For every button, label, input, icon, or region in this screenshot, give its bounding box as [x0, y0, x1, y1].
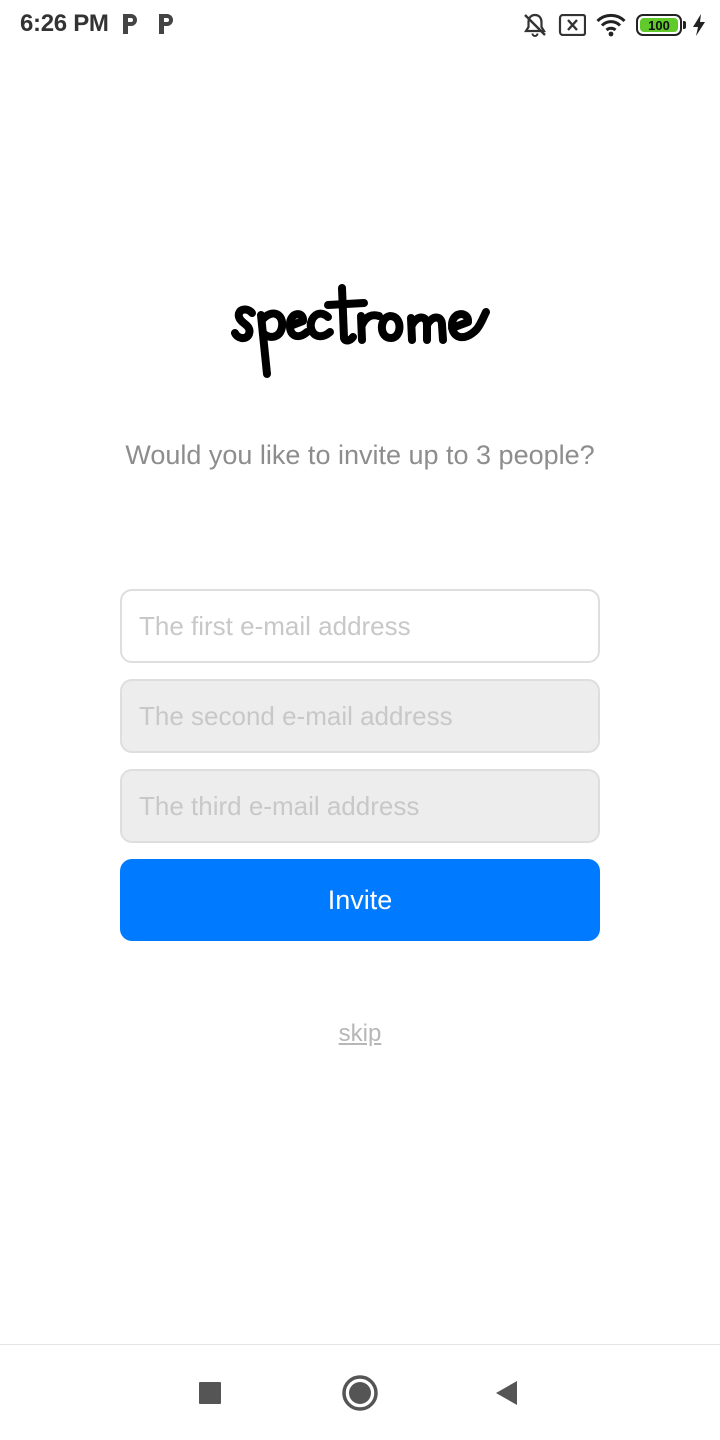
back-icon	[496, 1381, 517, 1405]
navigation-bar	[0, 1344, 720, 1440]
back-button[interactable]	[466, 1345, 546, 1440]
third-email-input[interactable]	[120, 769, 600, 843]
invite-button[interactable]: Invite	[120, 859, 600, 941]
status-time: 6:26 PM	[20, 10, 109, 37]
invite-prompt: Would you like to invite up to 3 people?	[125, 440, 595, 470]
first-email-input[interactable]	[120, 589, 600, 663]
wifi-icon	[596, 13, 626, 37]
mute-icon	[524, 13, 546, 37]
home-icon	[342, 1375, 378, 1411]
parking-icon	[159, 14, 173, 34]
spectrome-logo	[231, 284, 490, 378]
sim-error-icon	[558, 14, 586, 36]
recents-icon	[199, 1382, 221, 1404]
parking-icon	[123, 14, 137, 34]
charging-icon	[693, 14, 705, 36]
recents-button[interactable]	[170, 1345, 250, 1440]
status-bar: 6:26 PM 100	[0, 0, 720, 50]
skip-link[interactable]: skip	[0, 1020, 720, 1048]
home-button[interactable]	[320, 1345, 400, 1440]
second-email-input[interactable]	[120, 679, 600, 753]
battery-icon: 100	[636, 14, 686, 36]
battery-level: 100	[640, 18, 678, 33]
